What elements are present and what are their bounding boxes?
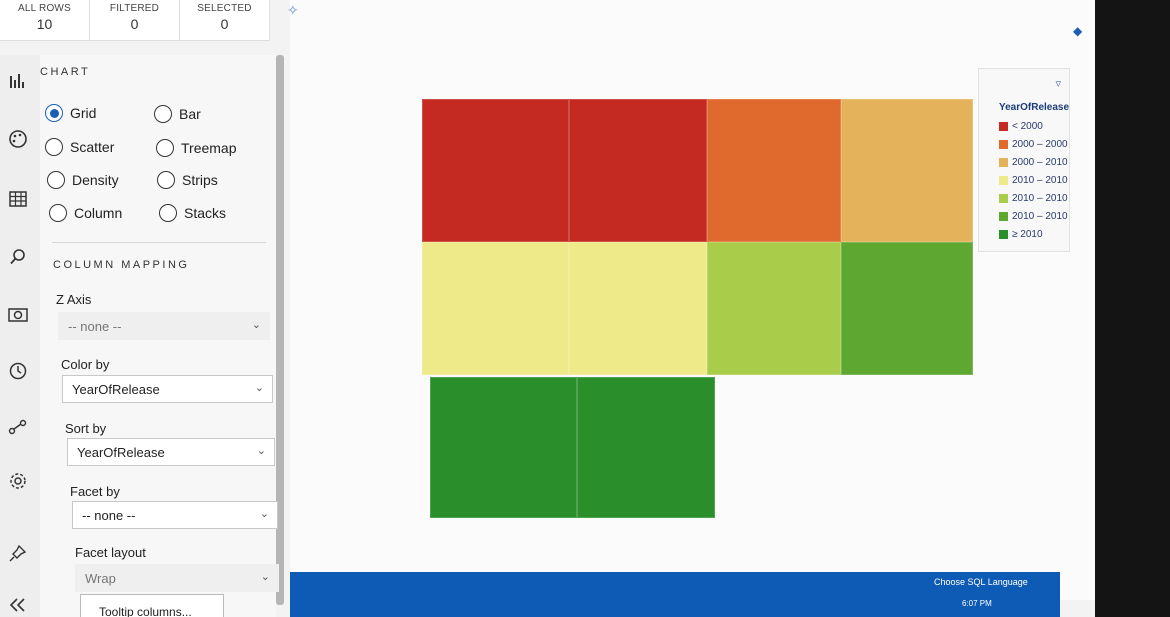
legend-item[interactable]: < 2000 <box>999 121 1043 132</box>
chevron-down-icon: ⌄ <box>259 508 269 520</box>
heatmap-cell[interactable] <box>577 377 715 518</box>
legend-item[interactable]: 2010 – 2010 <box>999 193 1068 204</box>
counter-selected[interactable]: SELECTED 0 <box>180 0 270 40</box>
radio-strips[interactable]: Strips <box>157 171 218 189</box>
radio-grid[interactable]: Grid <box>45 104 96 122</box>
chevron-down-icon: ⌄ <box>251 319 261 331</box>
section-divider <box>52 242 266 243</box>
legend-swatch <box>999 122 1008 131</box>
chevron-down-icon: ⌄ <box>256 445 266 457</box>
counter-all-rows[interactable]: ALL ROWS 10 <box>0 0 90 40</box>
radio-stacks-dot[interactable] <box>159 204 177 222</box>
z-axis-select[interactable]: -- none -- ⌄ <box>58 312 270 340</box>
radio-treemap-dot[interactable] <box>156 139 174 157</box>
radio-density-dot[interactable] <box>47 171 65 189</box>
facet-by-select[interactable]: -- none -- ⌄ <box>72 501 278 529</box>
settings-icon[interactable] <box>4 467 32 495</box>
taskbar-language[interactable]: Choose SQL Language <box>934 577 1028 587</box>
facet-layout-select[interactable]: Wrap ⌄ <box>75 564 279 592</box>
legend-swatch <box>999 140 1008 149</box>
table-icon[interactable] <box>4 185 32 213</box>
legend-item[interactable]: 2010 – 2010 <box>999 211 1068 222</box>
radio-scatter[interactable]: Scatter <box>45 138 114 156</box>
heatmap-cell[interactable] <box>569 99 707 242</box>
tooltip-columns-button[interactable]: Tooltip columns... <box>80 594 224 617</box>
taskbar-clock[interactable]: 6:07 PM <box>962 599 992 608</box>
heatmap-cell[interactable] <box>569 242 707 375</box>
search-icon[interactable] <box>4 243 32 271</box>
legend-swatch <box>999 176 1008 185</box>
radio-column[interactable]: Column <box>49 204 122 222</box>
legend-item[interactable]: 2000 – 2000 <box>999 139 1068 150</box>
color-by-select[interactable]: YearOfRelease ⌄ <box>62 375 273 403</box>
heatmap-cell[interactable] <box>841 99 973 242</box>
heatmap-cell[interactable] <box>707 242 841 375</box>
legend-item[interactable]: 2000 – 2010 <box>999 157 1068 168</box>
link-icon[interactable] <box>4 413 32 441</box>
chart-pin-icon[interactable]: ✧ <box>287 2 299 19</box>
heatmap-cell[interactable] <box>707 99 841 242</box>
taskbar: Choose SQL Language 6:07 PM <box>290 572 1060 617</box>
radio-bar-dot[interactable] <box>154 105 172 123</box>
sort-by-select[interactable]: YearOfRelease ⌄ <box>67 438 275 466</box>
screen: ALL ROWS 10 FILTERED 0 SELECTED 0 CHART … <box>0 0 1095 617</box>
sort-by-label: Sort by <box>65 421 107 436</box>
radio-column-dot[interactable] <box>49 204 67 222</box>
radio-stacks[interactable]: Stacks <box>159 204 226 222</box>
legend-item[interactable]: ≥ 2010 <box>999 229 1043 240</box>
pin-icon[interactable] <box>4 539 32 567</box>
history-icon[interactable] <box>4 357 32 385</box>
legend-pin-icon[interactable]: ▿ <box>1055 77 1061 90</box>
row-counters: ALL ROWS 10 FILTERED 0 SELECTED 0 <box>0 0 270 41</box>
heatmap-cell[interactable] <box>422 242 569 375</box>
z-axis-label: Z Axis <box>56 292 92 307</box>
diamond-icon[interactable]: ◆ <box>1073 24 1082 38</box>
legend-swatch <box>999 194 1008 203</box>
legend: ▿ YearOfRelease < 2000 2000 – 2000 2000 … <box>978 68 1070 252</box>
legend-item[interactable]: 2010 – 2010 <box>999 175 1068 186</box>
chart-section-title: CHART <box>40 66 91 78</box>
counter-filtered[interactable]: FILTERED 0 <box>90 0 180 40</box>
radio-strips-dot[interactable] <box>157 171 175 189</box>
facet-layout-label: Facet layout <box>75 545 146 560</box>
legend-swatch <box>999 212 1008 221</box>
radio-scatter-dot[interactable] <box>45 138 63 156</box>
legend-swatch <box>999 158 1008 167</box>
palette-icon[interactable] <box>4 125 32 153</box>
icon-rail <box>0 55 40 617</box>
heatmap-cell[interactable] <box>841 242 973 375</box>
chart-icon[interactable] <box>4 67 32 95</box>
camera-icon[interactable] <box>4 300 32 328</box>
chevron-down-icon: ⌄ <box>254 382 264 394</box>
color-by-label: Color by <box>61 357 110 372</box>
radio-treemap[interactable]: Treemap <box>156 139 237 157</box>
radio-grid-dot[interactable] <box>45 104 63 122</box>
column-mapping-title: COLUMN MAPPING <box>53 259 190 271</box>
collapse-icon[interactable] <box>4 591 32 617</box>
facet-by-label: Facet by <box>70 484 120 499</box>
monitor-bezel <box>1095 0 1170 617</box>
radio-density[interactable]: Density <box>47 171 119 189</box>
chevron-down-icon: ⌄ <box>260 571 270 583</box>
heatmap-cell[interactable] <box>430 377 577 518</box>
legend-swatch <box>999 230 1008 239</box>
radio-bar[interactable]: Bar <box>154 105 201 123</box>
legend-title: YearOfRelease <box>999 102 1070 113</box>
heatmap-cell[interactable] <box>422 99 569 242</box>
